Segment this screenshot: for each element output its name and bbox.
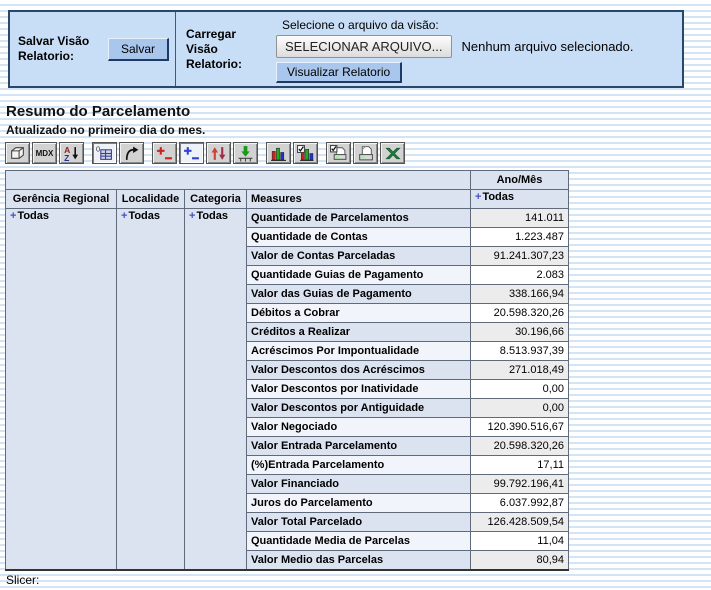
measure-label: Valor Entrada Parcelamento: [247, 437, 471, 456]
measure-label: Juros do Parcelamento: [247, 494, 471, 513]
measure-label: Valor das Guias de Pagamento: [247, 285, 471, 304]
measure-label: Débitos a Cobrar: [247, 304, 471, 323]
slicer-label: Slicer:: [6, 573, 39, 587]
view-report-button[interactable]: Visualizar Relatorio: [276, 62, 402, 83]
sort-icon[interactable]: AZ: [59, 142, 84, 164]
expand-icon[interactable]: +: [10, 210, 16, 222]
pivot-table-body: +Todas+Todas+TodasQuantidade de Parcelam…: [6, 209, 569, 570]
pivot-table: Ano/Mês Gerência Regional Localidade Cat…: [5, 170, 569, 571]
column-axis-row: Ano/Mês: [6, 171, 569, 190]
measure-label: (%)Entrada Parcelamento: [247, 456, 471, 475]
measure-label: Créditos a Realizar: [247, 323, 471, 342]
dimension-member-label: Todas: [128, 210, 160, 222]
measure-value: 11,04: [471, 532, 569, 551]
file-status-text: Nenhum arquivo selecionado.: [462, 39, 634, 54]
svg-text:0: 0: [96, 145, 100, 153]
measure-label: Quantidade de Contas: [247, 228, 471, 247]
olap-navigator-icon[interactable]: [5, 142, 30, 164]
measure-label: Valor Descontos por Inatividade: [247, 380, 471, 399]
measure-label: Valor Descontos por Antiguidade: [247, 399, 471, 418]
dimension-member-label: Todas: [196, 210, 228, 222]
measure-label: Acréscimos Por Impontualidade: [247, 342, 471, 361]
measure-label: Valor Medio das Parcelas: [247, 551, 471, 570]
dimension-member-label: Todas: [17, 210, 49, 222]
measure-value: 6.037.992,87: [471, 494, 569, 513]
measure-label: Valor de Contas Parceladas: [247, 247, 471, 266]
print-config-icon[interactable]: [326, 142, 351, 164]
measure-label: Quantidade Media de Parcelas: [247, 532, 471, 551]
expand-icon[interactable]: +: [121, 210, 127, 222]
measure-label: Valor Total Parcelado: [247, 513, 471, 532]
mdx-editor-icon[interactable]: MDX: [32, 142, 57, 164]
report-view-panel: Salvar Visão Relatorio: Salvar Carregar …: [8, 10, 684, 88]
pivot-toolbar: MDX AZ 0: [5, 142, 407, 164]
table-row: +Todas+Todas+TodasQuantidade de Parcelam…: [6, 209, 569, 228]
load-view-section: Carregar Visão Relatorio: Selecione o ar…: [176, 12, 682, 86]
expand-icon[interactable]: +: [475, 191, 481, 203]
expand-icon[interactable]: +: [189, 210, 195, 222]
show-parents-icon[interactable]: 0: [92, 142, 117, 164]
column-axis-header: Ano/Mês: [471, 171, 569, 190]
measure-value: 30.196,66: [471, 323, 569, 342]
measure-value: 99.792.196,41: [471, 475, 569, 494]
measures-header: Measures: [247, 190, 471, 209]
measure-value: 20.598.320,26: [471, 437, 569, 456]
row-header-localidade: Localidade: [117, 190, 185, 209]
measure-label: Quantidade Guias de Pagamento: [247, 266, 471, 285]
load-view-label: Carregar Visão Relatorio:: [186, 27, 264, 72]
print-icon[interactable]: [353, 142, 378, 164]
save-view-section: Salvar Visão Relatorio: Salvar: [10, 12, 176, 86]
save-view-label: Salvar Visão Relatorio:: [18, 34, 96, 64]
page-subtitle: Atualizado no primeiro dia do mes.: [6, 123, 205, 137]
measure-value: 141.011: [471, 209, 569, 228]
export-excel-icon[interactable]: [380, 142, 405, 164]
column-member-cell: +Todas: [471, 190, 569, 209]
page-title: Resumo do Parcelamento: [6, 103, 190, 120]
show-chart-icon[interactable]: [266, 142, 291, 164]
measure-value: 271.018,49: [471, 361, 569, 380]
row-header-categoria: Categoria: [185, 190, 247, 209]
measure-value: 126.428.509,54: [471, 513, 569, 532]
measure-label: Valor Descontos dos Acréscimos: [247, 361, 471, 380]
measure-label: Valor Financiado: [247, 475, 471, 494]
corner-cell: [6, 171, 471, 190]
svg-text:Z: Z: [64, 152, 69, 161]
dimension-member-cell: +Todas: [185, 209, 247, 570]
column-member-label: Todas: [482, 191, 514, 203]
measure-value: 0,00: [471, 399, 569, 418]
dimension-member-cell: +Todas: [117, 209, 185, 570]
measure-value: 1.223.487: [471, 228, 569, 247]
drill-replace-icon[interactable]: [206, 142, 231, 164]
dimension-member-cell: +Todas: [6, 209, 117, 570]
measure-label: Quantidade de Parcelamentos: [247, 209, 471, 228]
measure-value: 80,94: [471, 551, 569, 570]
swap-axes-icon[interactable]: [119, 142, 144, 164]
row-header-gerencia: Gerência Regional: [6, 190, 117, 209]
save-button[interactable]: Salvar: [108, 38, 169, 61]
drill-member-icon[interactable]: [152, 142, 177, 164]
row-axis-header-row: Gerência Regional Localidade Categoria M…: [6, 190, 569, 209]
chart-config-icon[interactable]: [293, 142, 318, 164]
file-prompt-label: Selecione o arquivo da visão:: [282, 18, 634, 32]
measure-label: Valor Negociado: [247, 418, 471, 437]
measure-value: 120.390.516,67: [471, 418, 569, 437]
measure-value: 91.241.307,23: [471, 247, 569, 266]
measure-value: 17,11: [471, 456, 569, 475]
measure-value: 338.166,94: [471, 285, 569, 304]
drill-position-icon[interactable]: [179, 142, 204, 164]
select-file-button[interactable]: SELECIONAR ARQUIVO...: [276, 35, 452, 58]
measure-value: 8.513.937,39: [471, 342, 569, 361]
measure-value: 20.598.320,26: [471, 304, 569, 323]
measure-value: 0,00: [471, 380, 569, 399]
measure-value: 2.083: [471, 266, 569, 285]
drill-through-icon[interactable]: [233, 142, 258, 164]
